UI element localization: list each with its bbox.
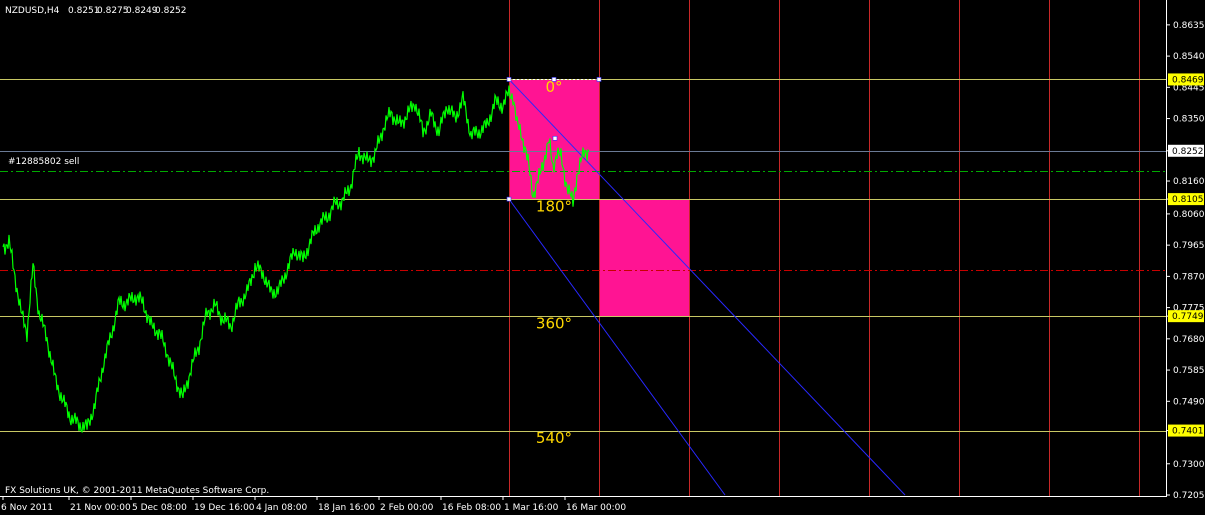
price-tag-3: 0.7749 [1172,312,1204,322]
x-tick-label-6: 2 Feb 00:00 [380,503,434,513]
gann-box-1[interactable] [599,199,689,317]
price-tag-1: 0.8252 [1172,147,1204,157]
y-tick-label-13: 0.7585 [1173,366,1205,376]
degree-label-1: 180° [536,197,572,215]
y-tick-label-9: 0.7870 [1173,272,1205,282]
copyright-text: FX Solutions UK, © 2001-2011 MetaQuotes … [5,486,269,496]
x-tick-label-5: 18 Jan 16:00 [318,503,375,513]
ohlc-low: 0.8249 [126,6,158,16]
gann-anchor-handle-3[interactable] [506,196,512,202]
order-label[interactable]: #12885802 sell [8,157,79,167]
chart-header-symbol: NZDUSD,H4 [5,6,60,16]
x-tick-label-3: 19 Dec 16:00 [194,503,255,513]
y-tick-label-12: 0.7680 [1173,335,1205,345]
y-tick-label-16: 0.7300 [1173,460,1205,470]
gann-anchor-handle-0[interactable] [506,77,512,82]
time-axis-line [0,496,1167,497]
ohlc-high: 0.8275 [97,6,129,16]
degree-label-2: 360° [536,314,572,332]
gann-anchor-handle-2[interactable] [596,77,602,82]
y-tick-label-1: 0.8540 [1173,52,1205,62]
y-tick-label-8: 0.7965 [1173,241,1205,251]
x-tick-label-8: 1 Mar 16:00 [504,503,559,513]
price-tag-4: 0.7401 [1172,427,1204,437]
price-axis-line [1166,0,1167,497]
y-tick-label-14: 0.7490 [1173,397,1205,407]
degree-label-0: 0° [545,78,562,96]
x-tick-label-4: 4 Jan 08:00 [256,503,308,513]
y-tick-label-7: 0.8060 [1173,210,1205,220]
price-tag-0: 0.8469 [1172,75,1204,85]
price-tag-2: 0.8105 [1172,195,1204,205]
ohlc-open: 0.8251 [68,6,100,16]
y-tick-label-0: 0.8635 [1173,21,1205,31]
price-chart[interactable]: 0°180°360°540° 0.86350.85400.84450.83500… [0,0,1205,515]
y-tick-label-3: 0.8350 [1173,115,1205,125]
y-tick-label-17: 0.7205 [1173,491,1205,501]
x-tick-label-1: 21 Nov 00:00 [70,503,131,513]
gann-anchor-handle-4[interactable] [552,135,558,141]
ohlc-close: 0.8252 [155,6,187,16]
x-tick-label-0: 6 Nov 2011 [1,503,53,513]
y-tick-label-5: 0.8160 [1173,177,1205,187]
x-tick-label-9: 16 Mar 00:00 [566,503,626,513]
x-tick-label-2: 5 Dec 08:00 [132,503,187,513]
degree-label-3: 540° [536,429,572,447]
x-tick-label-7: 16 Feb 08:00 [442,503,501,513]
